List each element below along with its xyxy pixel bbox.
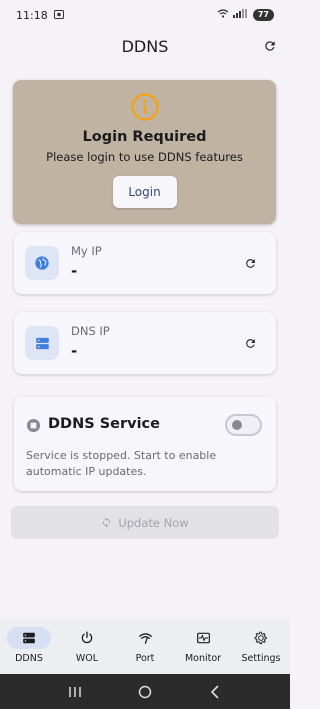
back-icon[interactable] bbox=[205, 682, 225, 702]
bottom-nav: DDNS WOL Port Monitor Settings bbox=[0, 619, 290, 674]
service-description: Service is stopped. Start to enable auto… bbox=[26, 449, 217, 478]
nav-item-settings[interactable]: Settings bbox=[232, 619, 290, 674]
server-icon bbox=[25, 326, 59, 360]
my-ip-refresh-icon[interactable] bbox=[240, 253, 260, 273]
globe-icon bbox=[25, 246, 59, 280]
info-icon bbox=[130, 93, 159, 121]
update-now-label: Update Now bbox=[118, 515, 189, 530]
update-now-button[interactable]: Update Now bbox=[11, 506, 279, 539]
dns-ip-card: DNS IP - bbox=[14, 312, 276, 374]
login-title: Login Required bbox=[82, 129, 207, 145]
ddns-service-card: DDNS Service Service is stopped. Start t… bbox=[14, 397, 276, 491]
nav-label-settings: Settings bbox=[241, 653, 281, 664]
status-bar: 11:18 77 bbox=[0, 0, 290, 30]
service-toggle[interactable] bbox=[225, 414, 262, 436]
nav-item-wol[interactable]: WOL bbox=[58, 619, 116, 674]
home-icon[interactable] bbox=[135, 682, 155, 702]
nav-item-monitor[interactable]: Monitor bbox=[174, 619, 232, 674]
my-ip-card: My IP - bbox=[14, 232, 276, 294]
nav-label-wol: WOL bbox=[75, 653, 99, 664]
service-title: DDNS Service bbox=[48, 416, 160, 432]
dns-ip-refresh-icon[interactable] bbox=[240, 333, 260, 353]
port-icon bbox=[123, 627, 167, 649]
login-required-card: Login Required Please login to use DDNS … bbox=[13, 80, 276, 224]
my-ip-value: - bbox=[71, 262, 78, 280]
sync-icon bbox=[103, 517, 111, 528]
gear-icon bbox=[239, 627, 283, 649]
monitor-icon bbox=[181, 627, 225, 649]
app-header: DDNS bbox=[0, 30, 290, 62]
status-time: 11:18 bbox=[16, 8, 48, 22]
login-button[interactable]: Login bbox=[112, 176, 177, 208]
nav-label-ddns: DDNS bbox=[15, 653, 43, 664]
nav-label-port: Port bbox=[135, 653, 155, 664]
toggle-knob bbox=[232, 420, 242, 430]
nav-item-ddns[interactable]: DDNS bbox=[0, 619, 58, 674]
stop-icon bbox=[26, 418, 41, 433]
power-icon bbox=[65, 627, 109, 649]
refresh-icon[interactable] bbox=[260, 36, 280, 56]
server-icon bbox=[7, 627, 51, 649]
wifi-icon bbox=[217, 9, 229, 21]
my-ip-label: My IP bbox=[71, 244, 102, 258]
nav-label-monitor: Monitor bbox=[184, 653, 222, 664]
page-title: DDNS bbox=[121, 36, 169, 56]
battery-icon: 77 bbox=[252, 9, 274, 21]
signal-icon bbox=[232, 9, 249, 21]
dns-ip-value: - bbox=[71, 342, 78, 360]
screenshot-icon bbox=[53, 9, 64, 22]
system-nav-bar bbox=[0, 674, 290, 709]
nav-item-port[interactable]: Port bbox=[116, 619, 174, 674]
login-subtitle: Please login to use DDNS features bbox=[46, 150, 243, 164]
recent-apps-icon[interactable] bbox=[65, 682, 85, 702]
dns-ip-label: DNS IP bbox=[71, 324, 110, 338]
